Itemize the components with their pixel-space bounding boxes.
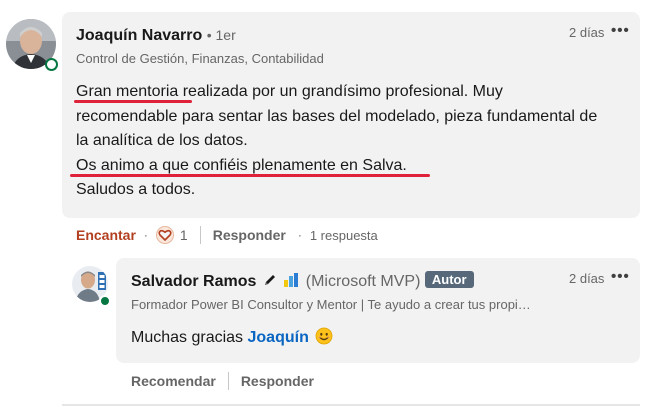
more-options-icon[interactable]: ••• (611, 22, 630, 39)
highlight-underline (70, 174, 430, 177)
reply-header: Salvador Ramos (Microsoft MVP) Autor (131, 271, 474, 291)
comment-timestamp: 2 días (569, 25, 605, 40)
divider (227, 372, 229, 390)
author-suffix: (Microsoft MVP) (305, 273, 421, 290)
next-comment-edge (62, 404, 640, 406)
reply-more-options-icon[interactable]: ••• (611, 268, 630, 285)
mention-link[interactable]: Joaquín (248, 329, 309, 346)
reply-author-headline: Formador Power BI Consultor y Mentor | T… (131, 297, 531, 312)
comment-line: Saludos a todos. (76, 181, 196, 198)
highlight-underline (74, 100, 192, 103)
comment-body: Gran mentoria realizada por un grandísim… (76, 80, 597, 203)
reaction-count[interactable]: 1 (180, 227, 188, 243)
bar-chart-icon (283, 272, 299, 288)
react-button[interactable]: Encantar (76, 227, 136, 243)
reply-text: Muchas gracias (131, 329, 244, 346)
pencil-icon (263, 273, 277, 287)
reply-button[interactable]: Responder (213, 227, 286, 243)
recommend-button[interactable]: Recomendar (131, 373, 216, 389)
reply-author-name[interactable]: Salvador Ramos (131, 273, 256, 290)
author-badge: Autor (424, 271, 474, 288)
comment-header: Joaquín Navarro • 1er (76, 27, 236, 45)
comment-line: recomendable para sentar las bases del m… (76, 107, 598, 125)
separator-dot: · (297, 228, 302, 242)
connection-degree: • 1er (206, 27, 236, 43)
online-status-icon (99, 295, 111, 307)
reply-actions: Recomendar Responder (131, 371, 314, 391)
heart-reaction-icon[interactable] (155, 226, 174, 244)
divider (199, 226, 201, 244)
comment-line: la analítica de los datos. (76, 132, 248, 149)
reply-message: Muchas gracias Joaquín (131, 327, 333, 347)
commenter-name[interactable]: Joaquín Navarro (76, 27, 202, 44)
online-status-icon (45, 58, 58, 71)
replies-count[interactable]: 1 respuesta (310, 228, 378, 243)
separator-dot: · (143, 228, 148, 242)
reply-to-reply-button[interactable]: Responder (241, 373, 314, 389)
smile-emoji-icon (315, 327, 333, 345)
comment-actions: Encantar · 1 Responder · 1 respuesta (76, 225, 378, 245)
reply-timestamp: 2 días (569, 271, 605, 286)
commenter-headline: Control de Gestión, Finanzas, Contabilid… (76, 51, 324, 66)
